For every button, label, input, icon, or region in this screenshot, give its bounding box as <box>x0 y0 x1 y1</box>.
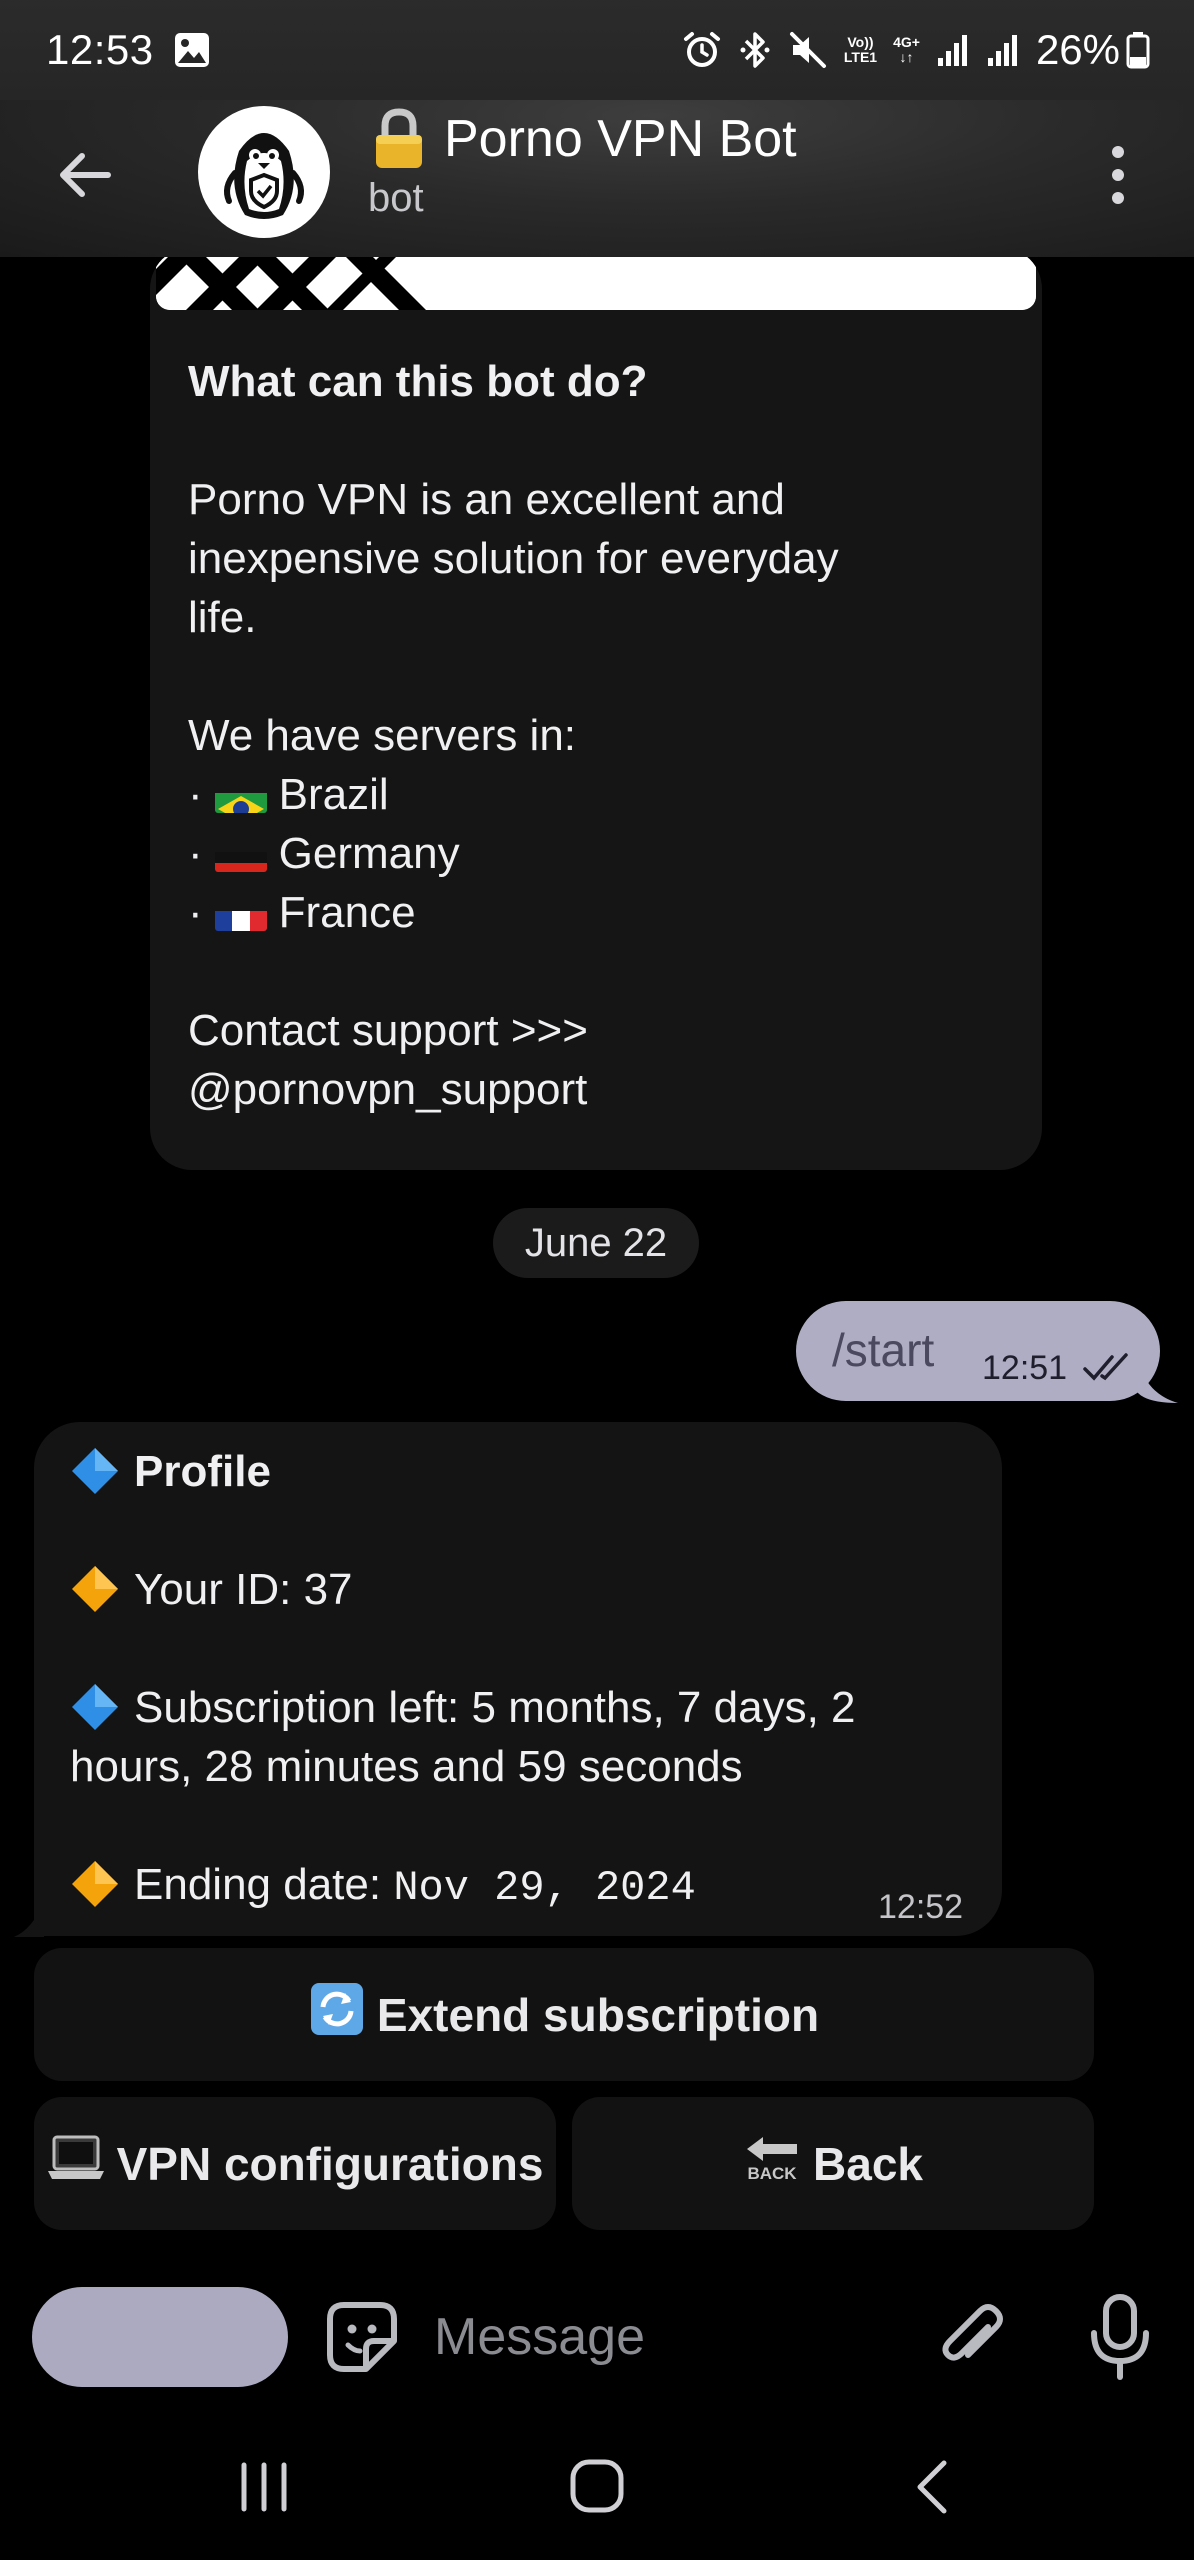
france-flag-icon <box>214 899 267 931</box>
penguin-icon <box>224 133 304 219</box>
back-arrow-icon[interactable] <box>52 142 118 208</box>
server-item-france: · France <box>188 883 1008 942</box>
germany-flag-icon <box>214 840 267 872</box>
vpn-configurations-label: VPN configurations <box>116 2137 544 2190</box>
home-icon[interactable] <box>568 2457 626 2515</box>
signal-icon-sim1 <box>936 32 970 68</box>
bluetooth-icon <box>738 30 772 70</box>
telegram-chat-screen: 12:53 Vo)) LTE1 4G+ ↓↑ 26% Porno VPN Bot… <box>0 0 1194 2560</box>
support-handle-link[interactable]: @pornovpn_support <box>188 1060 1008 1119</box>
attach-icon[interactable] <box>932 2297 1012 2377</box>
server-item-brazil: · Brazil <box>188 765 1008 824</box>
date-divider: June 22 <box>493 1208 699 1278</box>
brazil-flag-icon <box>214 781 267 813</box>
system-back-icon[interactable] <box>910 2457 954 2517</box>
bot-description-text: What can this bot do? Porno VPN is an ex… <box>188 352 1008 1119</box>
mute-icon <box>788 30 828 70</box>
subscription-left-line-2: hours, 28 minutes and 59 seconds <box>70 1742 743 1791</box>
chat-title-text: Porno VPN Bot <box>444 110 797 168</box>
blue-diamond-icon <box>72 1448 118 1494</box>
system-navigation-bar <box>0 2417 1194 2560</box>
description-line: life. <box>188 593 257 642</box>
orange-diamond-icon <box>72 1566 118 1612</box>
user-id-line: Your ID: 37 <box>70 1560 990 1619</box>
back-button[interactable]: BACK Back <box>572 2097 1094 2230</box>
bot-menu-button[interactable] <box>32 2287 288 2387</box>
vpn-configurations-button[interactable]: VPN configurations <box>34 2097 556 2230</box>
chat-title[interactable]: Porno VPN Bot <box>370 108 797 170</box>
support-label: Contact support >>> <box>188 1006 588 1055</box>
message-input[interactable] <box>434 2297 874 2377</box>
recent-apps-icon[interactable] <box>236 2459 292 2515</box>
laptop-icon <box>47 2135 105 2192</box>
incoming-message[interactable]: Profile Your ID: 37 Subscription left: 5… <box>34 1422 1002 1936</box>
gallery-icon <box>172 30 212 70</box>
orange-diamond-icon <box>72 1861 118 1907</box>
servers-heading: We have servers in: <box>188 711 577 760</box>
description-line: Porno VPN is an excellent and <box>188 475 785 524</box>
description-line: inexpensive solution for everyday <box>188 534 839 583</box>
back-button-label: Back <box>813 2137 923 2190</box>
incoming-message-text: Profile Your ID: 37 Subscription left: 5… <box>70 1442 990 1918</box>
back-arrow-emoji-icon: BACK <box>743 2133 801 2194</box>
ending-date-line: Ending date: Nov 29, 2024 <box>70 1855 990 1918</box>
alarm-icon <box>682 30 722 70</box>
double-check-icon <box>1083 1353 1128 1381</box>
incoming-message-time: 12:52 <box>878 1888 964 1926</box>
status-time: 12:53 <box>46 26 154 73</box>
message-composer <box>0 2257 1194 2417</box>
extend-subscription-button[interactable]: Extend subscription <box>34 1948 1094 2081</box>
extend-subscription-label: Extend subscription <box>376 1988 820 2041</box>
lock-icon <box>376 108 422 168</box>
signal-icon-sim2 <box>986 32 1020 68</box>
ending-date-value: Nov 29, 2024 <box>393 1864 696 1912</box>
sticker-emoji-icon[interactable] <box>322 2297 402 2377</box>
network-type-indicator: 4G+ ↓↑ <box>893 34 920 65</box>
outgoing-message[interactable]: /start 12:51 <box>796 1301 1160 1401</box>
battery-indicator: 26% <box>1036 26 1150 74</box>
svg-text:BACK: BACK <box>747 2164 797 2183</box>
battery-icon <box>1126 32 1150 69</box>
status-bar: 12:53 Vo)) LTE1 4G+ ↓↑ 26% <box>0 0 1194 100</box>
outgoing-message-time: 12:51 <box>982 1349 1068 1387</box>
message-list[interactable]: What can this bot do? Porno VPN is an ex… <box>0 247 1194 2257</box>
description-heading: What can this bot do? <box>188 357 648 406</box>
outgoing-message-text: /start <box>832 1324 935 1376</box>
chat-subtitle: bot <box>368 176 424 220</box>
subscription-left-line: Subscription left: 5 months, 7 days, 2 <box>70 1678 990 1737</box>
blue-diamond-icon <box>72 1684 118 1730</box>
outgoing-bubble-tail <box>1138 1357 1178 1403</box>
microphone-icon[interactable] <box>1086 2293 1154 2383</box>
bot-avatar[interactable] <box>198 106 330 238</box>
chat-header: Porno VPN Bot bot <box>0 100 1194 257</box>
profile-heading: Profile <box>70 1442 990 1501</box>
bot-description-card: What can this bot do? Porno VPN is an ex… <box>150 247 1042 1170</box>
refresh-icon <box>309 1981 365 2048</box>
volte-indicator: Vo)) LTE1 <box>843 34 878 65</box>
server-item-germany: · Germany <box>188 824 1008 883</box>
more-options-icon[interactable] <box>1102 140 1134 210</box>
battery-percent: 26% <box>1035 26 1120 73</box>
